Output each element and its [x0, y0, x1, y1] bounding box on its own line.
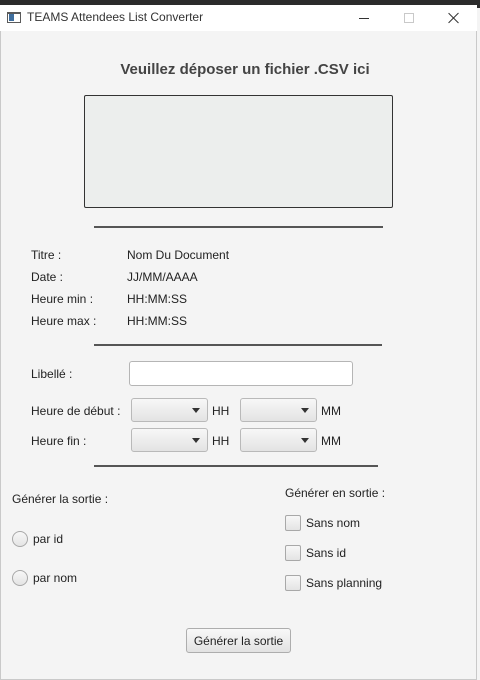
- max-time-label: Heure max :: [31, 314, 97, 328]
- start-hour-unit: HH: [212, 404, 230, 418]
- radio-par-id-label[interactable]: par id: [33, 532, 63, 546]
- chevron-down-icon: [192, 438, 200, 443]
- checkbox-sans-nom-label[interactable]: Sans nom: [306, 516, 360, 530]
- close-button[interactable]: [431, 5, 477, 31]
- app-window-icon: [7, 12, 21, 23]
- date-label: Date :: [31, 270, 64, 284]
- window-title: TEAMS Attendees List Converter: [27, 10, 204, 24]
- max-time-value: HH:MM:SS: [127, 314, 187, 328]
- libelle-label: Libellé :: [31, 367, 73, 381]
- output-mode-label: Générer la sortie :: [12, 492, 109, 506]
- checkbox-sans-id[interactable]: [285, 545, 301, 561]
- start-time-label: Heure de début :: [31, 404, 121, 418]
- maximize-button: [386, 5, 432, 31]
- chevron-down-icon: [192, 408, 200, 413]
- end-hour-select[interactable]: [131, 428, 208, 452]
- chevron-down-icon: [301, 408, 309, 413]
- end-hour-unit: HH: [212, 434, 230, 448]
- start-minute-unit: MM: [321, 404, 341, 418]
- min-time-label: Heure min :: [31, 292, 94, 306]
- checkbox-sans-id-label[interactable]: Sans id: [306, 546, 346, 560]
- start-hour-select[interactable]: [131, 398, 208, 422]
- end-minute-unit: MM: [321, 434, 341, 448]
- title-label: Titre :: [31, 248, 62, 262]
- libelle-input[interactable]: [129, 361, 353, 386]
- close-icon: [448, 12, 460, 24]
- chevron-down-icon: [301, 438, 309, 443]
- maximize-icon: [404, 13, 414, 23]
- date-value: JJ/MM/AAAA: [127, 270, 198, 284]
- drop-instruction-title: Veuillez déposer un fichier .CSV ici: [120, 61, 370, 78]
- radio-par-nom-label[interactable]: par nom: [33, 571, 77, 585]
- separator: [94, 465, 378, 467]
- csv-drop-zone[interactable]: [84, 95, 393, 208]
- checkbox-sans-planning-label[interactable]: Sans planning: [306, 576, 382, 590]
- end-minute-select[interactable]: [240, 428, 317, 452]
- separator: [94, 344, 382, 346]
- checkbox-sans-nom[interactable]: [285, 515, 301, 531]
- radio-par-nom[interactable]: [12, 570, 28, 586]
- output-extras-label: Générer en sortie :: [285, 486, 386, 500]
- separator: [94, 226, 383, 228]
- end-time-label: Heure fin :: [31, 434, 87, 448]
- checkbox-sans-planning[interactable]: [285, 575, 301, 591]
- min-time-value: HH:MM:SS: [127, 292, 187, 306]
- radio-par-id[interactable]: [12, 531, 28, 547]
- minimize-icon: [359, 17, 369, 19]
- generate-output-button[interactable]: Générer la sortie: [186, 628, 291, 653]
- title-value: Nom Du Document: [127, 248, 230, 262]
- minimize-button[interactable]: [341, 5, 387, 31]
- start-minute-select[interactable]: [240, 398, 317, 422]
